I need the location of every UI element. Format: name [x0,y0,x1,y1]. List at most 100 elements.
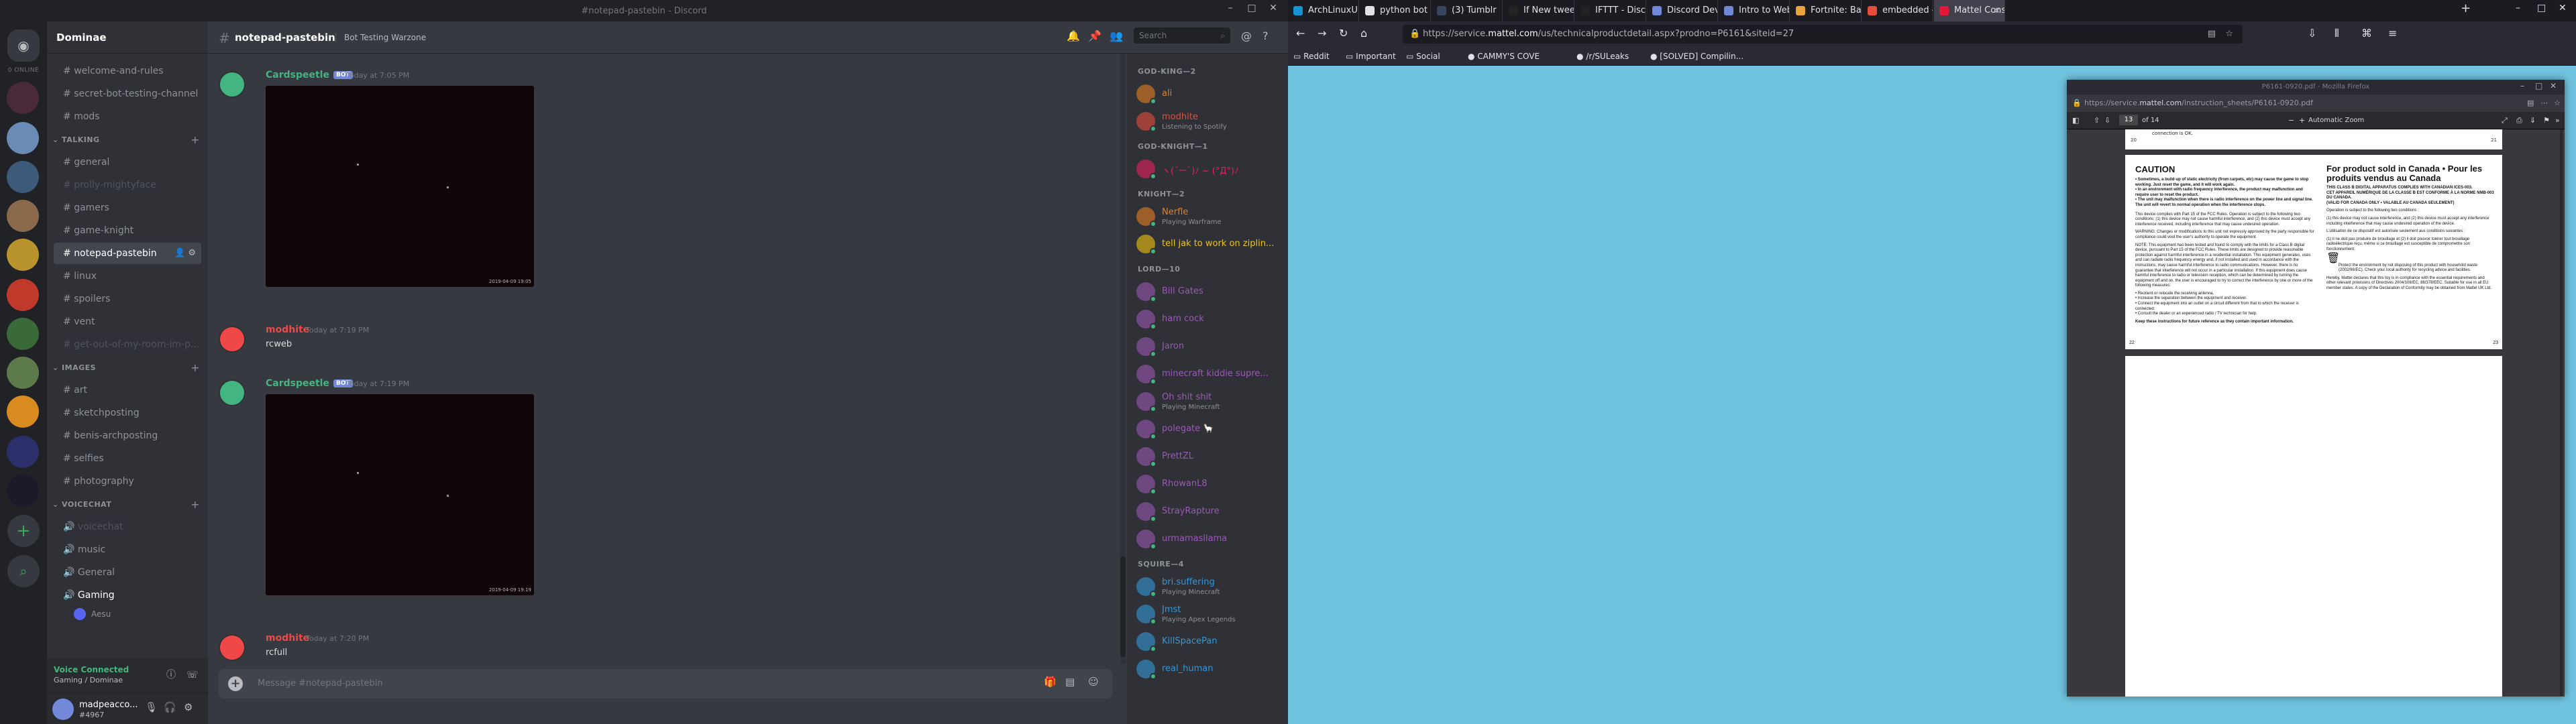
close-icon[interactable]: ✕ [2559,3,2567,13]
server-icon[interactable] [7,82,39,114]
zoom-in-icon[interactable]: + [2299,116,2305,125]
avatar[interactable] [219,71,246,98]
server-icon[interactable] [7,279,39,311]
minimize-icon[interactable]: – [2520,82,2524,90]
channel-mods[interactable]: # mods [54,106,201,127]
reader-view-icon[interactable]: ▤ [2527,95,2534,112]
channel-art[interactable]: # art [54,379,201,401]
voice-user[interactable]: Aesu [74,606,195,622]
discord-home-icon[interactable]: ◉ [7,29,40,62]
member-item[interactable]: Jmst Playing Apex Legends [1132,601,1284,627]
server-icon[interactable] [7,357,39,389]
channel-sketchposting[interactable]: # sketchposting [54,402,201,424]
server-icon[interactable] [7,161,39,193]
bell-icon[interactable]: 🔔 [1067,31,1080,42]
explore-icon[interactable]: ⌕ [7,555,40,587]
category-header[interactable]: ⌄ IMAGES + [52,361,204,374]
maximize-icon[interactable]: □ [2537,3,2546,13]
channel-secret-bot-testing-channel[interactable]: # secret-bot-testing-channel [54,83,201,105]
avatar[interactable] [219,326,246,353]
reload-icon[interactable]: ↻ [1339,28,1348,39]
server-icon[interactable] [7,436,39,468]
zoom-select[interactable]: Automatic Zoom [2308,117,2364,124]
member-item[interactable]: urmamasllama [1132,526,1284,552]
member-item[interactable]: Oh shit shit Playing Minecraft [1132,388,1284,415]
chat-scrollbar[interactable] [1120,54,1126,664]
channel-spoilers[interactable]: # spoilers [54,288,201,310]
bookmark-item[interactable]: ● /r/SULeaks [1576,52,1629,61]
add-server-icon[interactable]: + [7,515,40,547]
gift-icon[interactable]: 🎁 [1044,677,1057,687]
headphones-icon[interactable]: 🎧 [164,703,176,713]
minimize-icon[interactable]: – [2516,3,2520,13]
channel-photography[interactable]: # photography [54,471,201,492]
bookmark-item[interactable]: ▭ Social [1406,52,1440,61]
bookmark-item[interactable]: ● [SOLVED] Compilin... [1650,52,1743,61]
channel-linux[interactable]: # linux [54,265,201,287]
message-author[interactable]: modhite [266,633,309,644]
avatar[interactable] [219,634,246,661]
close-icon[interactable]: ✕ [2550,82,2557,90]
message-author[interactable]: Cardspeetle BOT [266,70,353,80]
member-item[interactable]: PrettZL [1132,443,1284,470]
menu-icon[interactable]: ≡ [2388,28,2397,39]
disconnect-icon[interactable]: ☏ [186,670,199,680]
maximize-icon[interactable]: □ [2535,82,2542,90]
tab-9[interactable]: Mattel Consum...✕ [1934,0,2005,21]
member-item[interactable]: StrayRapture [1132,498,1284,525]
gif-icon[interactable]: ▤ [1065,677,1075,687]
bookmark-item[interactable]: ▭ Reddit [1293,52,1330,61]
message-author[interactable]: Cardspeetle BOT [266,378,353,389]
member-item[interactable]: Bill Gates [1132,278,1284,305]
channel-settings-icon[interactable]: 👤 ⚙ [174,243,196,264]
server-icon[interactable] [7,475,39,507]
next-page-icon[interactable]: ⇩ [2104,116,2110,125]
channel-gaming[interactable]: 🔊 Gaming [54,585,201,606]
channel-vent[interactable]: # vent [54,311,201,333]
guild-header[interactable]: Dominae ⌄ [47,21,208,54]
mention-icon[interactable]: @ [1241,31,1252,42]
channel-voicechat[interactable]: 🔊 voicechat [54,516,201,538]
message-author[interactable]: modhite [266,324,309,335]
scrollbar-thumb[interactable] [1120,556,1126,657]
new-tab-icon[interactable]: + [2461,3,2471,15]
bookmark-star-icon[interactable]: ☆ [2225,25,2233,44]
server-icon[interactable] [7,200,39,232]
member-item[interactable]: minecraft kiddie supre... [1132,361,1284,387]
home-icon[interactable]: ⌂ [1360,28,1367,39]
tab-4[interactable]: IFTTT - Discord... [1575,0,1646,21]
member-item[interactable]: bri.suffering Playing Minecraft [1132,573,1284,600]
category-header[interactable]: ⌄ VOICECHAT + [52,498,204,511]
save-icon[interactable]: ⇓ [2530,116,2536,125]
avatar[interactable] [219,379,246,406]
help-icon[interactable]: ? [1263,31,1269,42]
add-channel-icon[interactable]: + [191,133,200,146]
member-item[interactable]: ali [1132,80,1284,107]
forward-icon[interactable]: → [1318,28,1326,39]
library-icon[interactable]: ⫴ [2334,28,2339,39]
add-channel-icon[interactable]: + [191,361,200,374]
minimize-icon[interactable]: – [1221,3,1240,18]
gear-icon[interactable]: ⚙ [184,703,193,713]
microphone-icon[interactable]: 🎙 [145,703,158,713]
bookmark-icon[interactable]: ⚑ [2543,116,2550,125]
info-icon[interactable]: ⓘ [166,670,176,680]
server-icon[interactable] [7,318,39,350]
channel-get-out-of-my-room-im-p-[interactable]: # get-out-of-my-room-im-p... [54,334,201,355]
channel-welcome-and-rules[interactable]: # welcome-and-rules [54,60,201,82]
tab-6[interactable]: Intro to Webho... [1719,0,1790,21]
zoom-out-icon[interactable]: − [2288,116,2294,125]
print-icon[interactable]: ⎙ [2516,116,2522,125]
member-item[interactable]: tell jak to work on ziplin... [1132,231,1284,257]
tab-2[interactable]: (3) Tumblr [1432,0,1503,21]
presentation-icon[interactable]: ⤢ [2502,116,2508,125]
channel-benis-archposting[interactable]: # benis-archposting [54,425,201,446]
extension-icon[interactable]: ⌘ [2361,28,2372,39]
tab-1[interactable]: python bot auto... [1360,0,1431,21]
channel-selfies[interactable]: # selfies [54,448,201,469]
bookmark-star-icon[interactable]: ☆ [2554,95,2561,112]
avatar[interactable] [52,699,74,720]
channel-music[interactable]: 🔊 music [54,539,201,560]
previous-page-icon[interactable]: ⇧ [2094,116,2100,125]
upload-icon[interactable]: + [228,676,243,691]
